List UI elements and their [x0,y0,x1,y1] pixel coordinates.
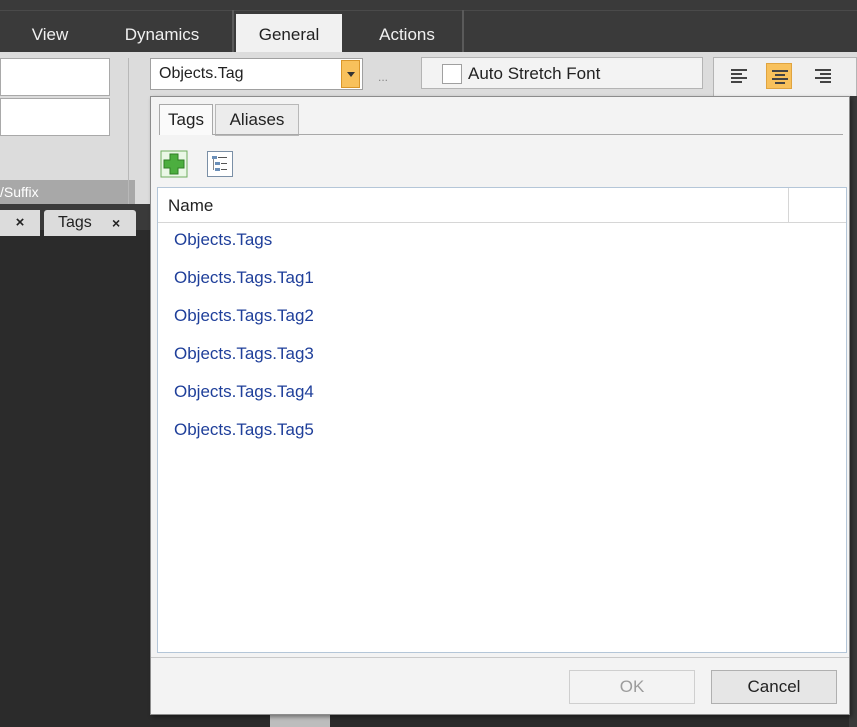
align-left-button[interactable] [726,63,752,89]
add-tag-button[interactable] [159,149,189,179]
align-right-button[interactable] [810,63,836,89]
auto-stretch-font-checkbox[interactable] [442,64,462,84]
tag-combo-value: Objects.Tag [159,65,244,82]
ok-button[interactable]: OK [569,670,695,704]
footer-divider [151,657,849,658]
list-item[interactable]: Objects.Tags [174,230,272,266]
add-icon [160,150,188,178]
tab-aliases[interactable]: Aliases [215,104,299,136]
tab-dynamics[interactable]: Dynamics [112,18,212,52]
auto-stretch-font-option[interactable]: Auto Stretch Font [421,57,703,89]
tab-tags[interactable]: Tags [159,104,213,135]
group-separator [128,58,129,204]
dropdown-arrow-icon [347,72,355,77]
text-alignment-group [713,57,857,97]
horizontal-scrollbar-thumb[interactable] [270,715,330,727]
tab-actions[interactable]: Actions [362,18,452,52]
cancel-button[interactable]: Cancel [711,670,837,704]
suffix-field[interactable] [0,98,110,136]
close-icon[interactable]: × [0,210,40,236]
tab-view[interactable]: View [18,18,82,52]
tab-general[interactable]: General [236,14,342,54]
column-header-name[interactable]: Name [168,196,213,216]
tag-picker-popup: Tags Aliases Name Objects.Tags Objects.T… [150,96,850,715]
align-right-icon [815,69,831,83]
list-item[interactable]: Objects.Tags.Tag5 [174,420,314,456]
tags-grid: Name Objects.Tags Objects.Tags.Tag1 Obje… [157,187,847,653]
tab-separator [462,10,464,54]
list-item[interactable]: Objects.Tags.Tag4 [174,382,314,418]
tab-divider [159,134,843,135]
list-item[interactable]: Objects.Tags.Tag3 [174,344,314,380]
close-icon[interactable]: × [112,210,120,236]
right-edge-panel [849,96,857,727]
grid-header: Name [158,188,846,223]
align-center-button[interactable] [766,63,792,89]
prefix-field[interactable] [0,58,110,96]
tree-view-button[interactable] [207,151,233,177]
doc-tab-tags-label: Tags [58,214,92,231]
doc-tab-tags[interactable]: Tags × [44,210,136,236]
ribbon-tab-bar: View Dynamics General Actions [0,0,857,54]
column-divider [788,188,789,222]
list-item[interactable]: Objects.Tags.Tag1 [174,268,314,304]
tab-separator [232,10,234,54]
list-item[interactable]: Objects.Tags.Tag2 [174,306,314,342]
auto-stretch-font-label: Auto Stretch Font [468,64,601,83]
tag-combo-dropdown-button[interactable] [341,60,360,88]
align-left-icon [731,69,747,83]
tag-combo[interactable]: Objects.Tag [150,58,363,90]
ribbon-group-label: /Suffix [0,180,135,204]
align-center-icon [772,70,788,84]
tree-view-icon [212,156,227,171]
tab-bar-line [0,10,857,11]
browse-button[interactable]: ... [372,60,394,88]
